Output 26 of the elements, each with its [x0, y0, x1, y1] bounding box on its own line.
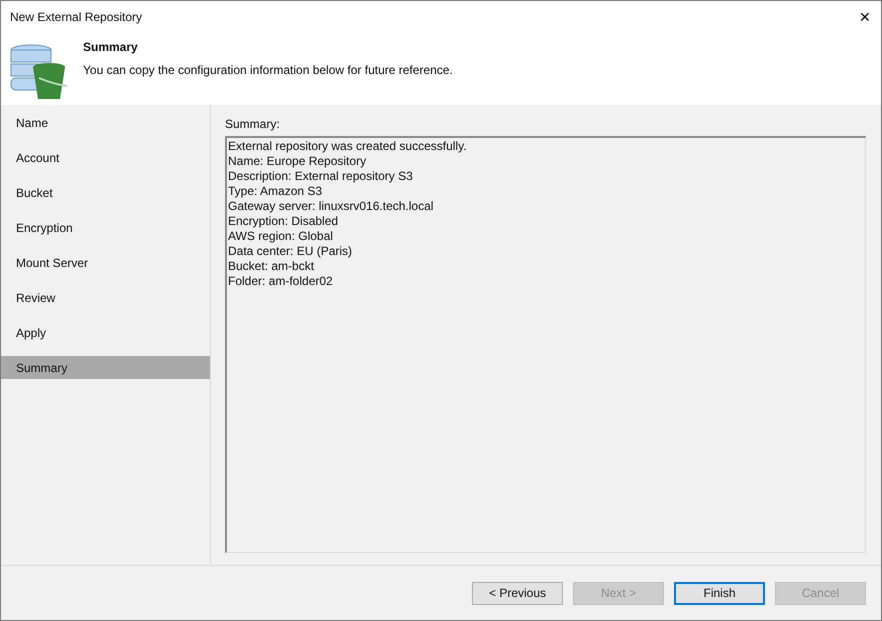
summary-label: Summary: [225, 116, 281, 133]
summary-line: Name: Europe Repository [228, 154, 368, 169]
wizard-step[interactable]: Summary [1, 356, 210, 379]
wizard-button[interactable]: < Previous [472, 582, 563, 604]
summary-line: Encryption: Disabled [228, 214, 340, 229]
wizard-button[interactable]: Finish [674, 582, 765, 604]
step-description: You can copy the configuration information below for future reference. [83, 62, 453, 79]
wizard-step[interactable]: Account [1, 146, 210, 169]
wizard-step[interactable]: Encryption [1, 216, 210, 239]
summary-text-box[interactable] [225, 136, 866, 553]
summary-line: Data center: EU (Paris) [228, 244, 354, 259]
summary-line: Gateway server: linuxsrv016.tech.local [228, 199, 434, 214]
summary-line: External repository was created successfully. [228, 139, 468, 154]
summary-line: AWS region: Global [228, 229, 334, 244]
wizard-step[interactable]: Apply [1, 321, 210, 344]
wizard-step[interactable]: Review [1, 286, 210, 309]
close-button[interactable]: ✕ [859, 10, 871, 24]
step-title: Summary [83, 39, 139, 56]
window-title: New External Repository [10, 9, 142, 26]
wizard-step[interactable]: Bucket [1, 181, 210, 204]
summary-line: Bucket: am-bckt [228, 259, 316, 274]
summary-line: Type: Amazon S3 [228, 184, 324, 199]
wizard-step[interactable]: Mount Server [1, 251, 210, 274]
summary-line: Description: External repository S3 [228, 169, 414, 184]
wizard-step[interactable]: Name [1, 111, 210, 134]
summary-line: Folder: am-folder02 [228, 274, 334, 289]
